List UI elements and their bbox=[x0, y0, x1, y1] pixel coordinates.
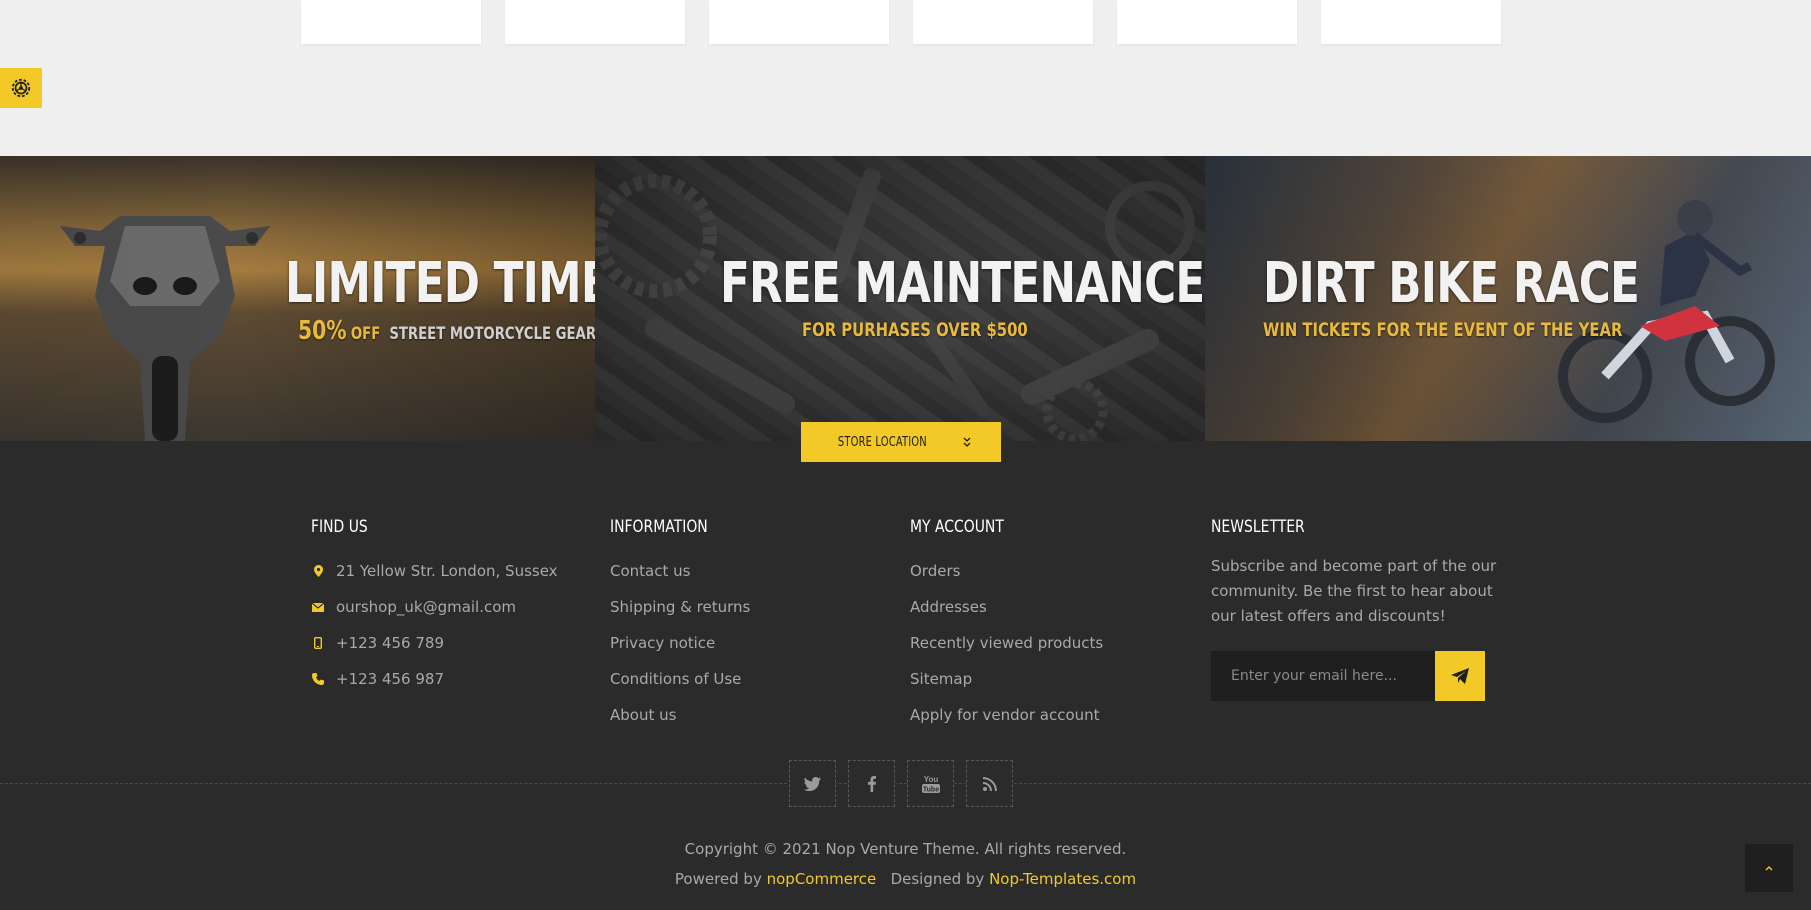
footer-divider bbox=[0, 783, 1811, 784]
product-card[interactable] bbox=[1321, 0, 1501, 44]
information-title: INFORMATION bbox=[610, 517, 708, 537]
designed-by-label: Designed by bbox=[890, 870, 985, 888]
youtube-link[interactable]: You Tube bbox=[907, 760, 954, 807]
link-contact-us[interactable]: Contact us bbox=[610, 553, 750, 589]
envelope-icon bbox=[311, 602, 325, 612]
banner-title: LIMITED TIME! bbox=[285, 251, 595, 316]
svg-text:Tube: Tube bbox=[922, 786, 938, 793]
double-chevron-down-icon bbox=[963, 437, 971, 447]
banner-subtitle: WIN TICKETS FOR THE EVENT OF THE YEAR bbox=[1263, 319, 1623, 341]
phone-icon bbox=[311, 673, 325, 685]
chevron-up-icon bbox=[1765, 866, 1773, 871]
theme-settings-toggle[interactable] bbox=[0, 68, 42, 108]
find-us-list: 21 Yellow Str. London, Sussex ourshop_uk… bbox=[311, 553, 558, 697]
link-addresses[interactable]: Addresses bbox=[910, 589, 1103, 625]
product-card[interactable] bbox=[709, 0, 889, 44]
link-shipping-returns[interactable]: Shipping & returns bbox=[610, 589, 750, 625]
gear-icon bbox=[11, 78, 31, 98]
nop-templates-link[interactable]: Nop-Templates.com bbox=[989, 870, 1136, 888]
product-strip bbox=[0, 0, 1811, 156]
nopcommerce-link[interactable]: nopCommerce bbox=[767, 870, 877, 888]
newsletter-submit-button[interactable] bbox=[1435, 651, 1485, 701]
twitter-icon bbox=[804, 776, 821, 791]
store-location-button[interactable]: STORE LOCATION bbox=[801, 422, 1001, 462]
link-conditions-of-use[interactable]: Conditions of Use bbox=[610, 661, 750, 697]
newsletter-form bbox=[1211, 651, 1485, 701]
link-orders[interactable]: Orders bbox=[910, 553, 1103, 589]
mobile-phone-icon bbox=[311, 637, 325, 649]
banner-title: FREE MAINTENANCE bbox=[720, 251, 1205, 316]
facebook-icon bbox=[867, 775, 876, 792]
back-to-top-button[interactable] bbox=[1745, 844, 1793, 892]
product-card[interactable] bbox=[913, 0, 1093, 44]
product-card[interactable] bbox=[1117, 0, 1297, 44]
promo-banners: LIMITED TIME! 50% OFF STREET MOTORCYCLE … bbox=[0, 156, 1811, 441]
address-item: 21 Yellow Str. London, Sussex bbox=[311, 553, 558, 589]
youtube-icon: You Tube bbox=[921, 775, 940, 793]
banner-subtitle: 50% OFF STREET MOTORCYCLE GEAR bbox=[298, 316, 595, 346]
svg-text:You: You bbox=[923, 775, 938, 784]
product-card[interactable] bbox=[301, 0, 481, 44]
rss-link[interactable] bbox=[966, 760, 1013, 807]
phone-text: +123 456 987 bbox=[336, 670, 444, 688]
newsletter-description: Subscribe and become part of the our com… bbox=[1211, 557, 1497, 625]
mobile-text: +123 456 789 bbox=[336, 634, 444, 652]
banner-subtitle-percent: 50% bbox=[298, 316, 347, 346]
email-text: ourshop_uk@gmail.com bbox=[336, 598, 517, 616]
product-card[interactable] bbox=[505, 0, 685, 44]
powered-by-label: Powered by bbox=[674, 870, 762, 888]
rss-icon bbox=[982, 776, 997, 791]
map-pin-icon bbox=[311, 565, 325, 577]
store-location-label: STORE LOCATION bbox=[837, 434, 927, 450]
email-item: ourshop_uk@gmail.com bbox=[311, 589, 558, 625]
link-recently-viewed[interactable]: Recently viewed products bbox=[910, 625, 1103, 661]
newsletter-email-input[interactable] bbox=[1211, 651, 1435, 701]
information-links: Contact us Shipping & returns Privacy no… bbox=[610, 553, 750, 733]
banner-title: DIRT BIKE RACE bbox=[1263, 251, 1640, 316]
my-account-links: Orders Addresses Recently viewed product… bbox=[910, 553, 1103, 733]
newsletter-title: NEWSLETTER bbox=[1211, 517, 1305, 537]
find-us-title: FIND US bbox=[311, 517, 368, 537]
phone-item: +123 456 987 bbox=[311, 661, 558, 697]
banner-limited-time[interactable]: LIMITED TIME! 50% OFF STREET MOTORCYCLE … bbox=[0, 156, 595, 441]
banner-dirt-bike-race[interactable]: DIRT BIKE RACE WIN TICKETS FOR THE EVENT… bbox=[1205, 156, 1811, 441]
banner-subtitle-rest: STREET MOTORCYCLE GEAR bbox=[389, 324, 595, 344]
twitter-link[interactable] bbox=[789, 760, 836, 807]
link-sitemap[interactable]: Sitemap bbox=[910, 661, 1103, 697]
my-account-title: MY ACCOUNT bbox=[910, 517, 1004, 537]
link-apply-vendor[interactable]: Apply for vendor account bbox=[910, 697, 1103, 733]
paper-plane-icon bbox=[1451, 668, 1469, 684]
banner-subtitle: FOR PURHASES OVER $500 bbox=[802, 319, 1028, 341]
mobile-item: +123 456 789 bbox=[311, 625, 558, 661]
copyright-text: Copyright © 2021 Nop Venture Theme. All … bbox=[684, 840, 1127, 858]
address-text: 21 Yellow Str. London, Sussex bbox=[336, 562, 558, 580]
banner-free-maintenance[interactable]: FREE MAINTENANCE FOR PURHASES OVER $500 bbox=[595, 156, 1205, 441]
powered-by-line: Powered by nopCommerce Designed by Nop-T… bbox=[0, 870, 1811, 888]
facebook-link[interactable] bbox=[848, 760, 895, 807]
link-privacy-notice[interactable]: Privacy notice bbox=[610, 625, 750, 661]
link-about-us[interactable]: About us bbox=[610, 697, 750, 733]
footer: FIND US 21 Yellow Str. London, Sussex ou… bbox=[0, 441, 1811, 910]
banner-subtitle-off: OFF bbox=[350, 324, 381, 344]
